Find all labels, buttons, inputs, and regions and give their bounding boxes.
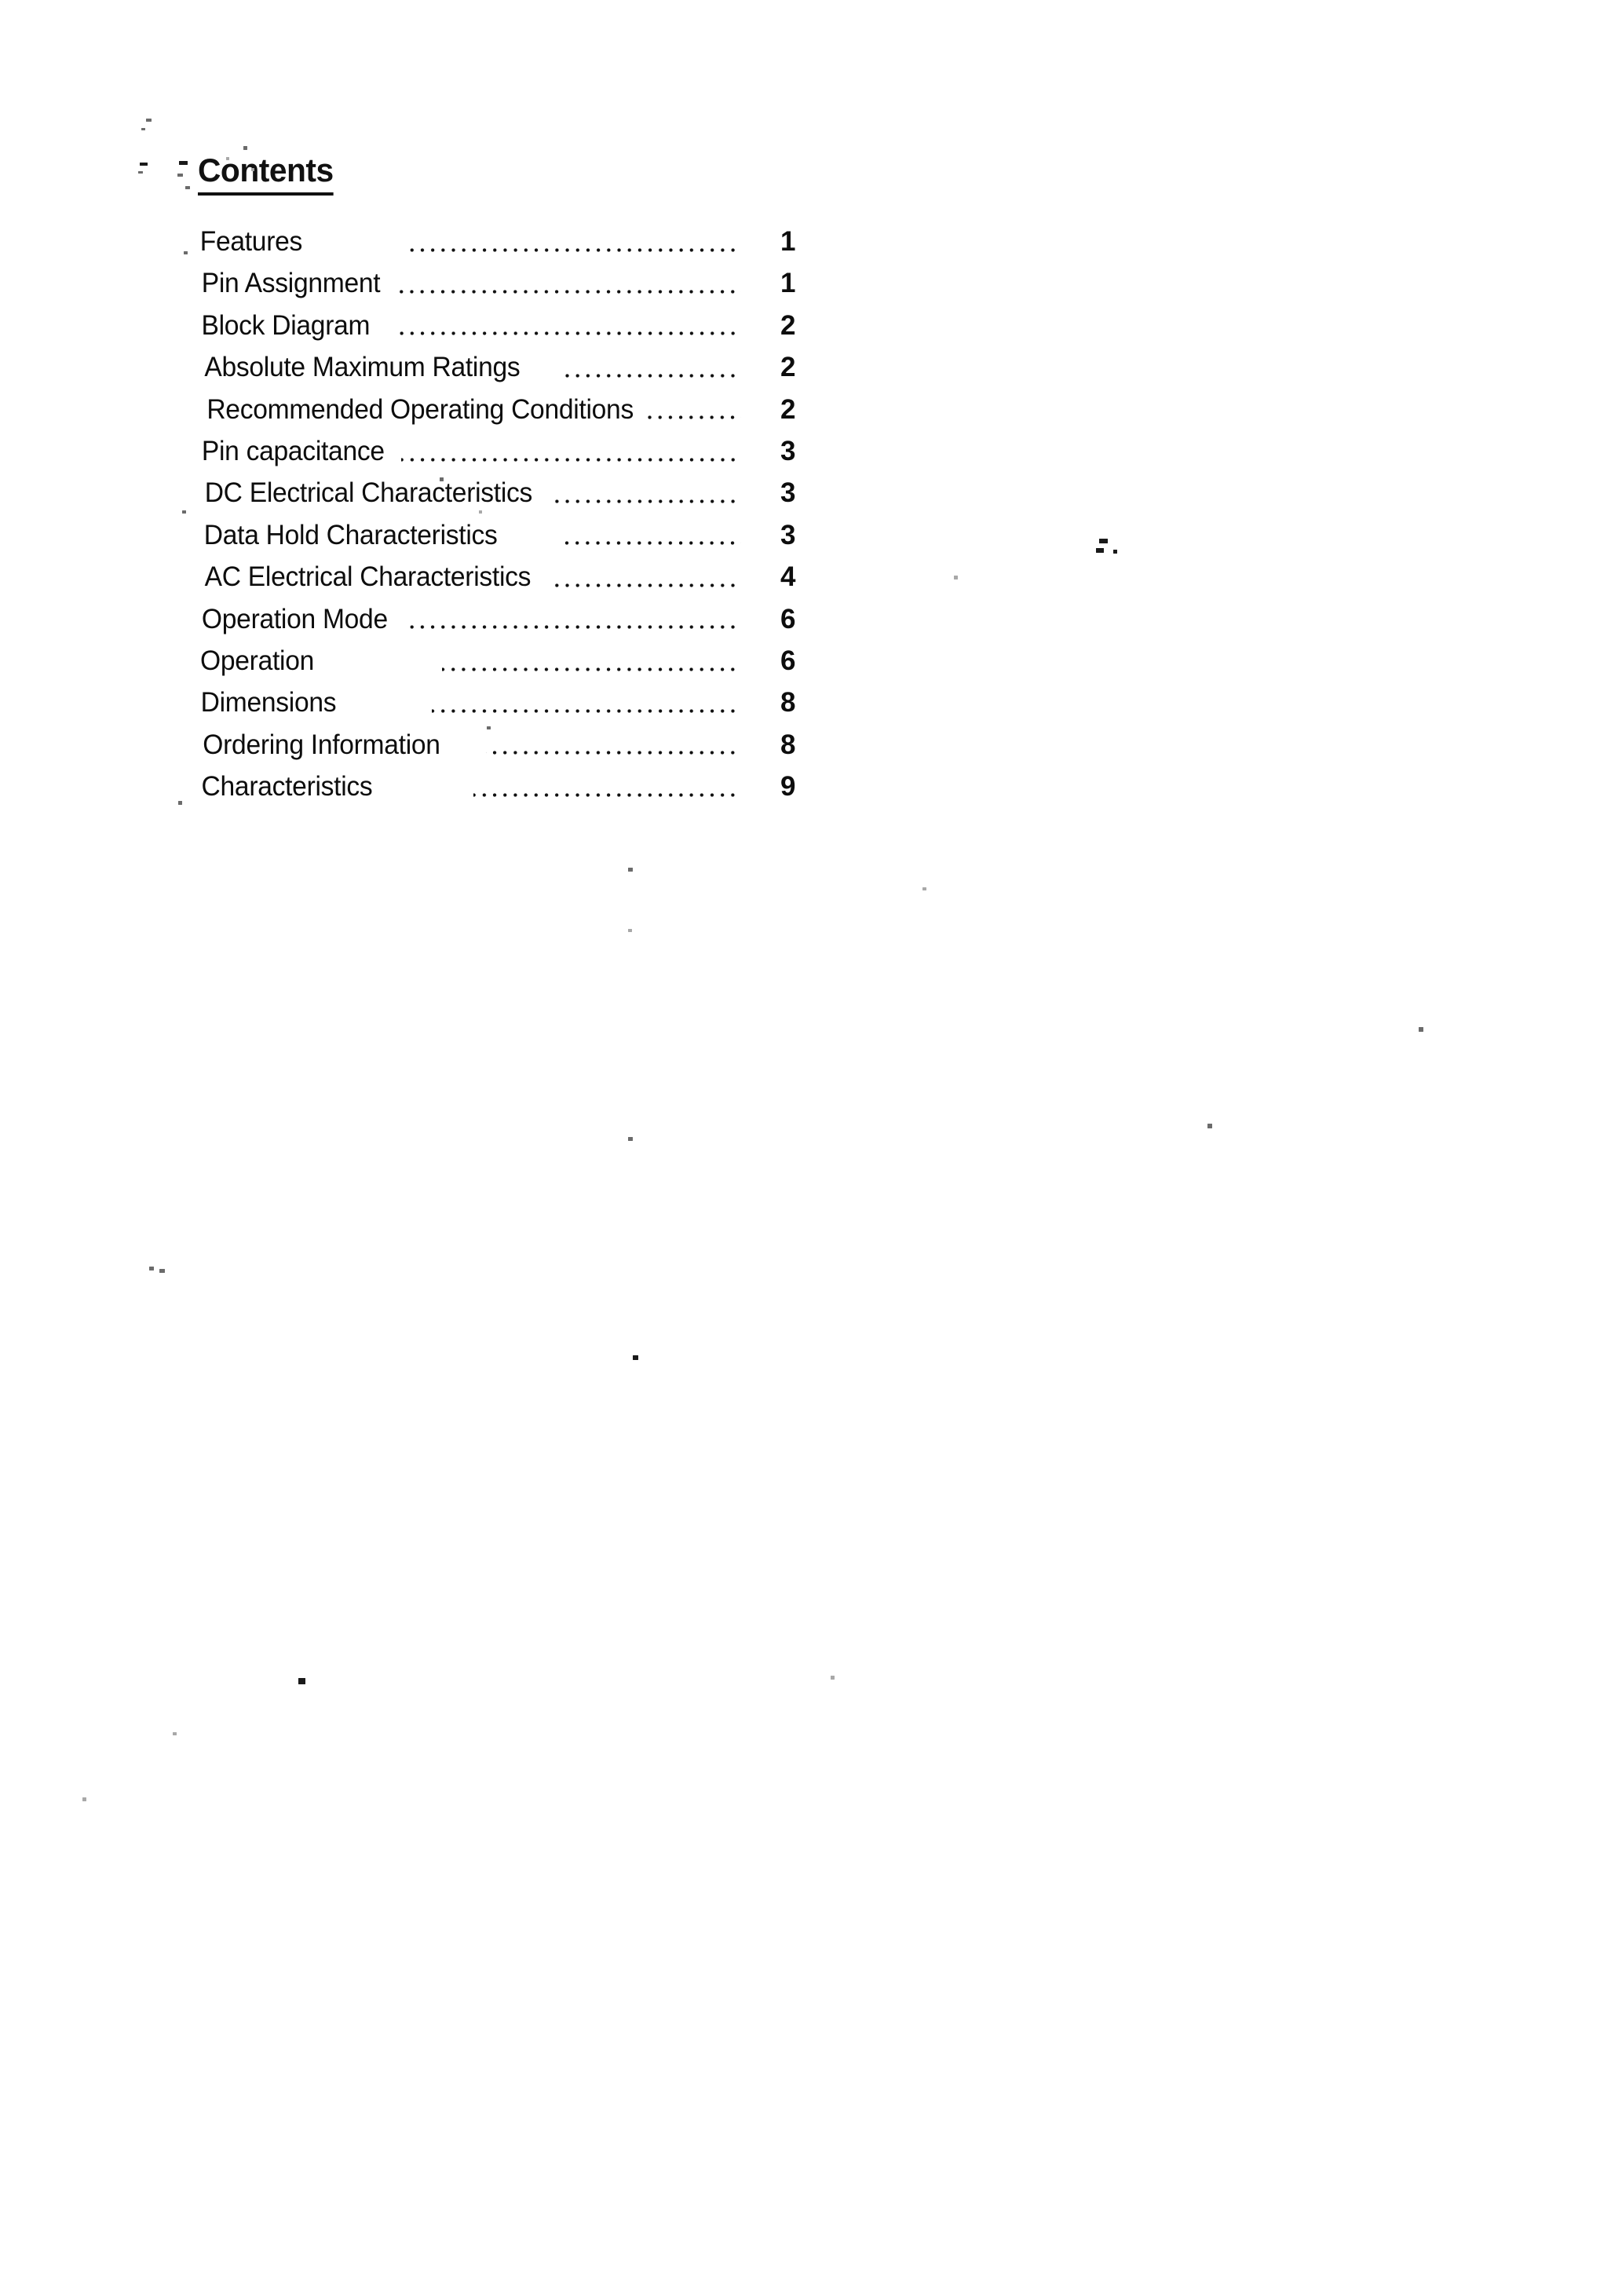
toc-entry-label: Dimensions: [200, 687, 337, 718]
toc-entry-page-number: 8: [780, 729, 796, 760]
toc-dot-leader: [548, 572, 741, 596]
scan-speck: [1113, 550, 1117, 554]
toc-entry-label: AC Electrical Characteristics: [204, 561, 532, 593]
toc-entry-page-number: 3: [780, 477, 796, 509]
toc-entry[interactable]: Pin capacitance 3: [198, 437, 842, 479]
toc-entry-label: Pin Assignment: [201, 268, 381, 299]
scan-speck: [178, 801, 182, 805]
scan-speck: [1096, 548, 1104, 553]
scan-speck: [179, 161, 188, 165]
scan-speck: [831, 1676, 835, 1680]
scanned-page: Contents Features 1 Pin Assignment 1 Block D…: [0, 0, 1622, 2296]
toc-dot-leader: [644, 404, 741, 428]
toc-dot-leader: [396, 320, 741, 344]
scan-speck: [628, 929, 632, 932]
toc-entry[interactable]: DC Electrical Characteristics 3: [198, 479, 842, 521]
toc-entry-label: Pin capacitance: [201, 435, 385, 466]
scan-speck: [146, 119, 152, 122]
scan-speck: [177, 174, 183, 177]
toc-entry[interactable]: Recommended Operating Conditions 2: [198, 396, 842, 437]
toc-entry[interactable]: Absolute Maximum Ratings 2: [198, 353, 842, 395]
scan-speck: [298, 1678, 305, 1684]
toc-entry[interactable]: Ordering Information 8: [198, 731, 842, 773]
toc-entry[interactable]: Block Diagram 2: [198, 312, 842, 353]
toc-entry[interactable]: Dimensions 8: [198, 689, 842, 730]
toc-entry[interactable]: Features 1: [198, 228, 842, 269]
scan-speck: [479, 510, 482, 514]
scan-speck: [251, 168, 254, 171]
toc-entry-page-number: 2: [780, 352, 796, 383]
scan-speck: [149, 1267, 154, 1270]
toc-dot-leader: [473, 782, 741, 806]
toc-entry-page-number: 1: [780, 226, 796, 257]
scan-speck: [243, 146, 247, 150]
toc-entry-page-number: 8: [780, 687, 796, 718]
toc-entry-label: Recommended Operating Conditions: [206, 393, 634, 425]
toc-dot-leader: [564, 530, 741, 554]
toc-entry-label: Absolute Maximum Ratings: [204, 352, 521, 383]
toc-entry[interactable]: Characteristics 9: [198, 773, 842, 814]
page-title: Contents: [198, 154, 334, 196]
contents-heading-wrap: Contents: [198, 154, 338, 196]
scan-speck: [141, 128, 145, 130]
toc-entry-label: Features: [199, 226, 303, 257]
toc-entry[interactable]: Operation Mode 6: [198, 605, 842, 647]
scan-speck: [922, 887, 926, 890]
toc-entry[interactable]: AC Electrical Characteristics 4: [198, 563, 842, 605]
toc-entry-page-number: 2: [780, 393, 796, 425]
toc-entry-label: DC Electrical Characteristics: [204, 477, 533, 509]
toc-entry-page-number: 2: [780, 309, 796, 341]
toc-dot-leader: [550, 488, 741, 512]
toc-entry-page-number: 6: [780, 645, 796, 676]
toc-entry-label: Data Hold Characteristics: [203, 519, 498, 550]
toc-dot-leader: [561, 363, 741, 386]
toc-dot-leader: [393, 279, 741, 302]
toc-entry[interactable]: Pin Assignment 1: [198, 269, 842, 311]
scan-speck: [140, 163, 148, 166]
scan-speck: [1099, 539, 1108, 543]
toc-entry[interactable]: Operation 6: [198, 647, 842, 689]
scan-speck: [182, 510, 186, 514]
toc-entry-page-number: 6: [780, 603, 796, 634]
table-of-contents: Features 1 Pin Assignment 1 Block Diagram 2 Ab…: [198, 228, 842, 814]
toc-entry-label: Block Diagram: [201, 309, 371, 341]
scan-speck: [184, 251, 188, 254]
scan-speck: [954, 576, 958, 579]
toc-entry-page-number: 4: [780, 561, 796, 593]
scan-speck: [633, 1355, 638, 1360]
toc-entry-label: Characteristics: [201, 771, 373, 803]
toc-dot-leader: [485, 740, 741, 763]
toc-dot-leader: [406, 237, 741, 261]
toc-entry-page-number: 3: [780, 435, 796, 466]
toc-dot-leader: [442, 656, 741, 680]
toc-entry-page-number: 9: [780, 771, 796, 803]
scan-speck: [1207, 1124, 1212, 1128]
toc-dot-leader: [431, 698, 741, 722]
toc-entry-label: Ordering Information: [203, 729, 440, 760]
toc-entry-page-number: 1: [780, 268, 796, 299]
scan-speck: [440, 477, 444, 481]
scan-speck: [82, 1797, 86, 1801]
scan-speck: [185, 186, 190, 189]
scan-speck: [487, 726, 491, 729]
scan-speck: [226, 157, 229, 160]
toc-entry-label: Operation: [200, 645, 314, 676]
toc-dot-leader: [400, 447, 741, 470]
scan-speck: [138, 171, 143, 174]
scan-speck: [628, 1137, 633, 1141]
toc-dot-leader: [405, 614, 741, 638]
scan-speck: [628, 868, 633, 872]
scan-speck: [159, 1269, 165, 1273]
toc-entry[interactable]: Data Hold Characteristics 3: [198, 521, 842, 563]
toc-entry-label: Operation Mode: [201, 603, 388, 634]
toc-entry-page-number: 3: [780, 519, 796, 550]
scan-speck: [173, 1732, 177, 1735]
scan-speck: [1419, 1027, 1423, 1032]
